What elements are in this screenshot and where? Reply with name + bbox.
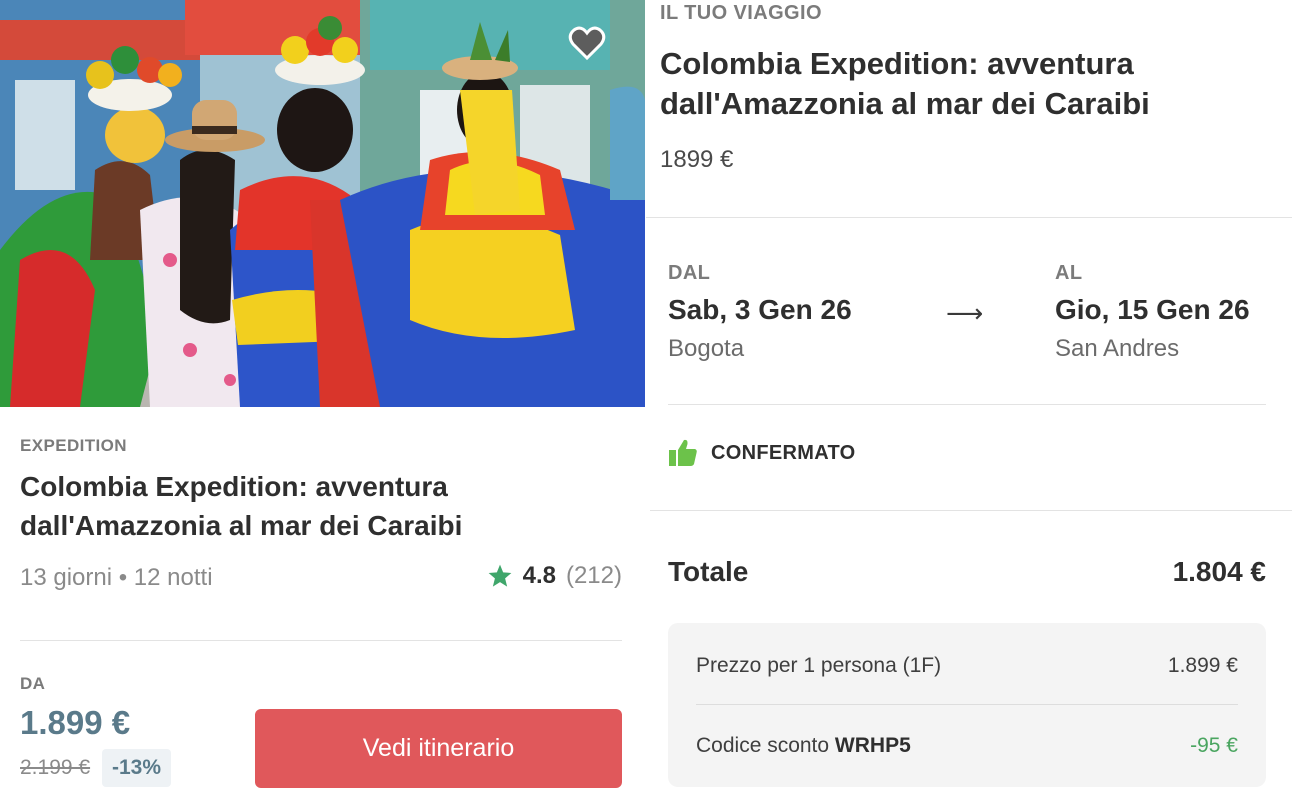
divider (696, 704, 1238, 705)
arrival-info: AL Gio, 15 Gen 26 San Andres (1055, 262, 1250, 363)
price-breakdown: Prezzo per 1 persona (1F) 1.899 € Codice… (668, 623, 1266, 787)
trip-rating: 4.8 (212) (487, 562, 622, 590)
price-per-person-label: Prezzo per 1 persona (1F) (696, 654, 942, 677)
discount-code-label: Codice sconto WRHP5 (696, 734, 911, 758)
price-from-label: DA (20, 674, 46, 693)
divider (668, 404, 1266, 405)
price-per-person-row: Prezzo per 1 persona (1F) 1.899 € (696, 654, 1238, 678)
discount-code: WRHP5 (834, 734, 911, 757)
rating-count: (212) (565, 562, 622, 589)
price-per-person-value: 1.899 € (1167, 654, 1238, 677)
departure-city: Bogota (668, 335, 745, 362)
discount-code-prefix: Codice sconto (696, 734, 835, 757)
trip-type-label: EXPEDITION (20, 436, 127, 455)
total-label: Totale (668, 556, 749, 587)
rating-score: 4.8 (522, 562, 556, 589)
current-price: 1.899 € (20, 704, 131, 741)
status-text: CONFERMATO (711, 441, 856, 464)
summary-eyebrow: IL TUO VIAGGIO (660, 2, 822, 24)
departure-date: Sab, 3 Gen 26 (668, 294, 852, 325)
arrow-right-icon: ⟶ (946, 298, 984, 328)
heart-icon (568, 26, 606, 61)
discount-amount: -95 € (1190, 734, 1238, 757)
summary-title: Colombia Expedition: avventura dall'Amaz… (660, 46, 1150, 121)
trip-photo (0, 0, 645, 407)
trip-title[interactable]: Colombia Expedition: avventura dall'Amaz… (20, 467, 620, 545)
discount-code-row: Codice sconto WRHP5 -95 € (696, 734, 1238, 758)
summary-price: 1899 € (660, 146, 734, 173)
total-value: 1.804 € (1172, 556, 1266, 587)
divider (20, 640, 622, 641)
departure-label: DAL (668, 262, 711, 284)
arrival-city: San Andres (1055, 335, 1180, 362)
favorite-button[interactable] (566, 22, 608, 64)
thumbs-up-icon (669, 439, 697, 466)
original-price: 2.199 € (20, 756, 91, 779)
star-icon (488, 564, 511, 587)
departure-info: DAL Sab, 3 Gen 26 Bogota (668, 262, 852, 363)
divider (646, 217, 1292, 218)
trip-summary-panel: IL TUO VIAGGIO Colombia Expedition: avve… (646, 0, 1292, 802)
discount-badge: -13% (102, 749, 172, 787)
booking-status: CONFERMATO (668, 438, 855, 468)
arrival-date: Gio, 15 Gen 26 (1055, 294, 1250, 325)
arrival-label: AL (1055, 262, 1083, 284)
trip-duration: 13 giorni • 12 notti (20, 564, 213, 591)
divider (650, 510, 1292, 511)
trip-card: EXPEDITION Colombia Expedition: avventur… (0, 0, 646, 802)
view-itinerary-button[interactable]: Vedi itinerario (255, 709, 622, 788)
